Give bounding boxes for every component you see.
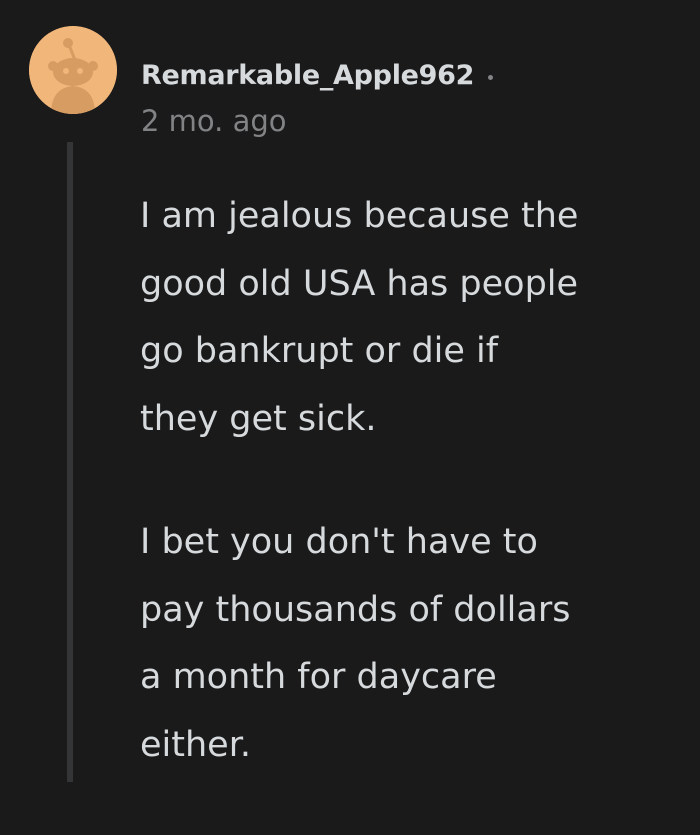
comment: Remarkable_Apple962 2 mo. ago I am jealo…	[0, 0, 700, 782]
comment-header: Remarkable_Apple962	[141, 53, 494, 97]
thread-collapse-line[interactable]	[67, 142, 73, 782]
comment-paragraph: I am jealous because the good old USA ha…	[140, 196, 579, 439]
author-username[interactable]: Remarkable_Apple962	[141, 60, 474, 91]
snoo-avatar-icon	[29, 26, 117, 114]
comment-paragraph: I bet you don't have to pay thousands of…	[140, 522, 571, 765]
comment-timestamp[interactable]: 2 mo. ago	[141, 104, 287, 138]
comment-body: I am jealous because the good old USA ha…	[140, 183, 690, 835]
separator-dot	[488, 74, 494, 80]
user-avatar[interactable]	[29, 26, 117, 114]
